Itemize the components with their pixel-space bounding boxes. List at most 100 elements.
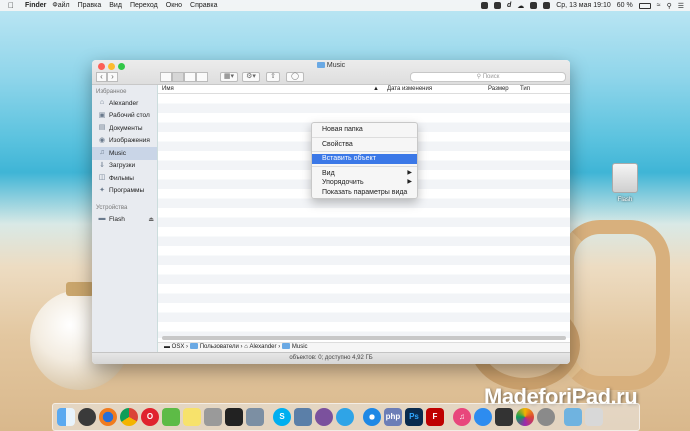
sidebar-item-desktop[interactable]: ▣ Рабочий стол — [92, 110, 157, 123]
messages-dock-icon[interactable] — [336, 408, 354, 426]
coverflow-view-button[interactable] — [196, 72, 208, 82]
search-field[interactable]: ⚲ Поиск — [410, 72, 566, 82]
network-dock-icon[interactable] — [246, 408, 264, 426]
viber-dock-icon[interactable] — [315, 408, 333, 426]
arrange-button[interactable]: ▦▾ — [220, 72, 238, 82]
sidebar-item-label: Загрузки — [109, 162, 136, 170]
app-store-dock-icon[interactable] — [474, 408, 492, 426]
evernote-dock-icon[interactable] — [162, 408, 180, 426]
sidebar-item-label: Фильмы — [109, 174, 134, 182]
safari-dock-icon[interactable] — [363, 408, 381, 426]
path-item-alexander[interactable]: ⌂ Alexander — [244, 344, 276, 350]
sidebar-item-label: Flash — [109, 215, 125, 223]
system-preferences-dock-icon[interactable] — [537, 408, 555, 426]
tray-icon[interactable] — [543, 2, 551, 9]
app-dock-icon[interactable] — [294, 408, 312, 426]
column-date-header[interactable]: Дата изменения — [387, 86, 432, 92]
menu-separator — [312, 151, 417, 152]
menu-item-arrange-label: Упорядочить — [322, 179, 364, 186]
sidebar: Избранное ⌂ Alexander ▣ Рабочий стол ▤ Д… — [92, 85, 158, 352]
skype-dock-icon[interactable]: S — [273, 408, 291, 426]
menu-help[interactable]: Справка — [190, 2, 217, 9]
spotlight-icon[interactable]: ⚲ — [667, 2, 672, 10]
list-view-button[interactable] — [172, 72, 184, 82]
menu-item-new-folder[interactable]: Новая папка — [312, 125, 417, 135]
menu-item-paste[interactable]: Вставить объект — [312, 154, 417, 164]
path-item-users[interactable]: Пользователи — [189, 343, 239, 350]
window-title-wrap: Music — [92, 62, 570, 69]
submenu-arrow-icon: ▶ — [407, 169, 412, 176]
sidebar-item-documents[interactable]: ▤ Документы — [92, 122, 157, 135]
sidebar-item-pictures[interactable]: ◉ Изображения — [92, 135, 157, 148]
sidebar-item-alexander[interactable]: ⌂ Alexander — [92, 97, 157, 110]
apple-icon[interactable]:  — [8, 1, 18, 10]
menu-window[interactable]: Окно — [166, 2, 182, 9]
tags-button[interactable]: ◯ — [286, 72, 304, 82]
sidebar-item-downloads[interactable]: ⇓ Загрузки — [92, 160, 157, 173]
action-gear-button[interactable]: ⚙▾ — [242, 72, 260, 82]
firefox-dock-icon[interactable] — [99, 408, 117, 426]
path-label: Пользователи — [199, 344, 239, 350]
trash-dock-icon[interactable] — [585, 408, 603, 426]
context-menu: Новая папка Свойства Вставить объект Вид… — [311, 122, 418, 199]
menu-item-properties[interactable]: Свойства — [312, 140, 417, 150]
notes-dock-icon[interactable] — [183, 408, 201, 426]
clock[interactable]: Ср, 13 мая 19:10 — [556, 2, 611, 9]
wifi-dock-icon[interactable] — [495, 408, 513, 426]
itunes-dock-icon[interactable]: ♫ — [453, 408, 471, 426]
downloads-stack-dock-icon[interactable] — [564, 408, 582, 426]
nav-buttons: ‹ › — [96, 72, 118, 82]
menu-item-view-options[interactable]: Показать параметры вида — [312, 188, 417, 198]
notifications-icon[interactable]: ☰ — [678, 2, 684, 10]
menu-app-name[interactable]: Finder — [25, 2, 46, 9]
sidebar-item-movies[interactable]: ◫ Фильмы — [92, 172, 157, 185]
music-note-icon: ♫ — [99, 149, 105, 157]
column-view-button[interactable] — [184, 72, 196, 82]
finder-dock-icon[interactable] — [57, 408, 75, 426]
unity-dock-icon[interactable] — [225, 408, 243, 426]
share-button[interactable]: ⇧ — [266, 72, 280, 82]
tray-icon[interactable] — [480, 2, 488, 9]
filezilla-dock-icon[interactable]: F — [426, 408, 444, 426]
launchpad-dock-icon[interactable] — [78, 408, 96, 426]
menu-go[interactable]: Переход — [130, 2, 158, 9]
back-button[interactable]: ‹ — [96, 72, 107, 82]
opera-dock-icon[interactable]: O — [141, 408, 159, 426]
menu-view[interactable]: Вид — [109, 2, 122, 9]
photoshop-dock-icon[interactable]: Ps — [405, 408, 423, 426]
menu-file[interactable]: Файл — [52, 2, 69, 9]
sidebar-item-music[interactable]: ♫ Music — [92, 147, 157, 160]
sidebar-favorites-header: Избранное — [96, 89, 127, 95]
forward-button[interactable]: › — [107, 72, 118, 82]
tray-icon[interactable] — [493, 2, 501, 9]
drive-icon: ▬ — [98, 215, 106, 223]
path-item-music[interactable]: Music — [281, 343, 308, 350]
path-item-osx[interactable]: ▬ OSX — [164, 344, 184, 350]
battery-icon[interactable] — [638, 2, 651, 9]
icon-view-button[interactable] — [160, 72, 172, 82]
column-kind-header[interactable]: Тип — [520, 86, 530, 92]
wifi-icon[interactable]: ≈ — [657, 2, 661, 9]
sidebar-item-applications[interactable]: ✦ Программы — [92, 185, 157, 198]
app-dock-icon[interactable] — [204, 408, 222, 426]
chrome-dock-icon[interactable] — [120, 408, 138, 426]
sidebar-item-flash[interactable]: ▬ Flash ⏏ — [92, 213, 157, 226]
desktop-drive-label[interactable]: Flash — [608, 197, 642, 203]
tray-lock-icon[interactable] — [530, 2, 538, 9]
eject-icon[interactable]: ⏏ — [148, 216, 154, 223]
tray-d-icon[interactable]: d — [507, 2, 511, 9]
menu-item-view[interactable]: Вид ▶ — [312, 169, 417, 179]
column-size-header[interactable]: Размер — [488, 86, 509, 92]
documents-icon: ▤ — [98, 124, 106, 132]
photos-dock-icon[interactable] — [516, 408, 534, 426]
window-titlebar: Music ‹ › ▦▾ ⚙▾ ⇧ ◯ ⚲ Поиск — [92, 60, 570, 85]
battery-percent[interactable]: 60 % — [617, 2, 633, 9]
php-dock-icon[interactable]: php — [384, 408, 402, 426]
column-name-header[interactable]: Имя — [162, 86, 174, 92]
menu-item-arrange[interactable]: Упорядочить ▶ — [312, 178, 417, 188]
horizontal-scrollbar[interactable] — [162, 336, 566, 340]
menu-separator — [312, 165, 417, 167]
desktop-drive-icon[interactable] — [612, 163, 638, 193]
tray-cloud-icon[interactable]: ☁ — [517, 2, 524, 10]
menu-edit[interactable]: Правка — [78, 2, 102, 9]
